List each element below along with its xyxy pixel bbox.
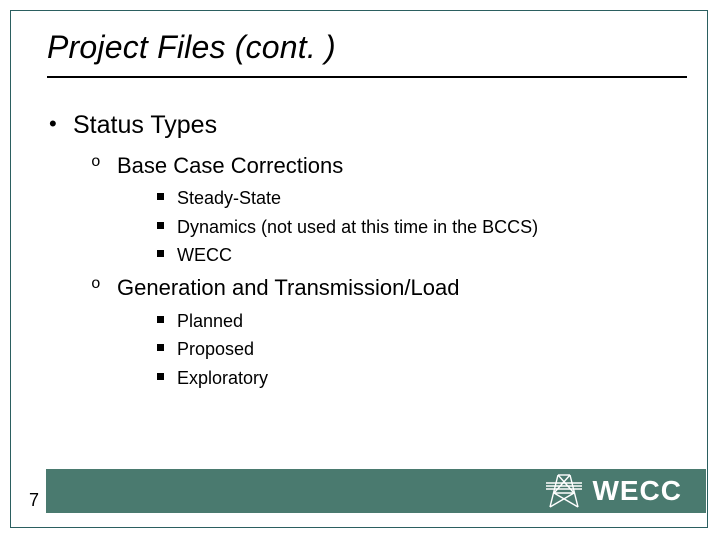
title-underline	[47, 76, 687, 78]
level2-text: Generation and Transmission/Load	[117, 275, 459, 300]
title-block: Project Files (cont. )	[47, 29, 677, 78]
list-item: Base Case Corrections Steady-State Dynam…	[73, 151, 683, 268]
list-item: Dynamics (not used at this time in the B…	[117, 215, 683, 239]
level3-text: Exploratory	[177, 368, 268, 388]
body-content: Status Types Base Case Corrections Stead…	[47, 109, 683, 400]
list-item: Proposed	[117, 337, 683, 361]
level3-text: Proposed	[177, 339, 254, 359]
list-item: Exploratory	[117, 366, 683, 390]
level3-text: Planned	[177, 311, 243, 331]
footer-bar: WECC	[46, 469, 706, 513]
level2-text: Base Case Corrections	[117, 153, 343, 178]
tower-icon	[544, 473, 584, 509]
slide-title: Project Files (cont. )	[47, 29, 677, 66]
slide-frame: Project Files (cont. ) Status Types Base…	[10, 10, 708, 528]
brand-logo: WECC	[544, 473, 682, 509]
level3-text: WECC	[177, 245, 232, 265]
brand-name: WECC	[592, 475, 682, 507]
level3-text: Steady-State	[177, 188, 281, 208]
level1-text: Status Types	[73, 111, 217, 139]
page-number: 7	[29, 490, 39, 511]
list-item: WECC	[117, 243, 683, 267]
list-item: Steady-State	[117, 186, 683, 210]
list-item: Planned	[117, 309, 683, 333]
list-item: Generation and Transmission/Load Planned…	[73, 273, 683, 390]
list-item: Status Types Base Case Corrections Stead…	[47, 109, 683, 390]
level3-text: Dynamics (not used at this time in the B…	[177, 217, 538, 237]
